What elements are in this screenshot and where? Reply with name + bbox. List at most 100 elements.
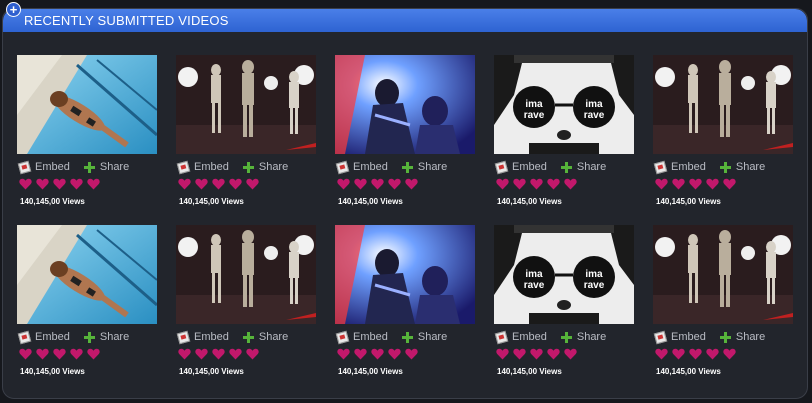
video-thumbnail[interactable]: [653, 55, 793, 154]
embed-label: Embed: [512, 331, 547, 343]
video-thumbnail[interactable]: [653, 225, 793, 324]
video-actions: Embed Share: [494, 160, 620, 174]
heart-icon[interactable]: [229, 348, 242, 360]
heart-icon[interactable]: [178, 178, 191, 190]
heart-icon[interactable]: [564, 178, 577, 190]
heart-icon[interactable]: [547, 348, 560, 360]
heart-icon[interactable]: [706, 178, 719, 190]
heart-icon[interactable]: [405, 178, 418, 190]
heart-icon[interactable]: [337, 348, 350, 360]
heart-icon[interactable]: [53, 348, 66, 360]
heart-icon[interactable]: [87, 348, 100, 360]
heart-icon[interactable]: [195, 348, 208, 360]
video-card: Embed Share 140,145,00 Views: [653, 55, 807, 225]
heart-icon[interactable]: [689, 348, 702, 360]
svg-text:rave: rave: [524, 110, 545, 121]
embed-button[interactable]: Embed: [176, 160, 229, 174]
embed-button[interactable]: Embed: [494, 160, 547, 174]
heart-icon[interactable]: [405, 348, 418, 360]
share-label: Share: [417, 161, 448, 173]
heart-icon[interactable]: [195, 178, 208, 190]
share-icon: [401, 161, 413, 173]
heart-icon[interactable]: [337, 178, 350, 190]
share-button[interactable]: Share: [242, 161, 288, 173]
share-label: Share: [735, 161, 766, 173]
heart-icon[interactable]: [530, 178, 543, 190]
video-thumbnail[interactable]: [335, 55, 475, 154]
heart-icon[interactable]: [513, 178, 526, 190]
heart-icon[interactable]: [689, 178, 702, 190]
heart-icon[interactable]: [672, 178, 685, 190]
embed-button[interactable]: Embed: [494, 330, 547, 344]
embed-button[interactable]: Embed: [176, 330, 229, 344]
heart-icon[interactable]: [672, 348, 685, 360]
heart-icon[interactable]: [70, 348, 83, 360]
heart-icon[interactable]: [513, 348, 526, 360]
embed-button[interactable]: Embed: [335, 330, 388, 344]
view-count: 140,145,00 Views: [179, 197, 244, 206]
embed-button[interactable]: Embed: [17, 160, 70, 174]
heart-icon[interactable]: [496, 348, 509, 360]
share-button[interactable]: Share: [719, 161, 766, 173]
heart-icon[interactable]: [53, 178, 66, 190]
heart-icon[interactable]: [564, 348, 577, 360]
heart-icon[interactable]: [36, 348, 49, 360]
heart-icon[interactable]: [388, 348, 401, 360]
view-count: 140,145,00 Views: [497, 367, 562, 376]
share-button[interactable]: Share: [83, 331, 129, 343]
heart-icon[interactable]: [388, 178, 401, 190]
heart-icon[interactable]: [655, 348, 668, 360]
heart-icon[interactable]: [212, 348, 225, 360]
heart-icon[interactable]: [655, 178, 668, 190]
rating-hearts: [655, 178, 740, 190]
share-button[interactable]: Share: [401, 161, 448, 173]
heart-icon[interactable]: [706, 348, 719, 360]
video-actions: Embed Share: [17, 160, 143, 174]
heart-icon[interactable]: [212, 178, 225, 190]
heart-icon[interactable]: [530, 348, 543, 360]
heart-icon[interactable]: [36, 178, 49, 190]
heart-icon[interactable]: [354, 178, 367, 190]
share-button[interactable]: Share: [560, 331, 607, 343]
embed-icon: [335, 330, 350, 344]
video-thumbnail[interactable]: [176, 225, 316, 324]
embed-button[interactable]: Embed: [335, 160, 388, 174]
heart-icon[interactable]: [547, 178, 560, 190]
embed-button[interactable]: Embed: [653, 160, 706, 174]
heart-icon[interactable]: [371, 178, 384, 190]
share-button[interactable]: Share: [242, 331, 288, 343]
heart-icon[interactable]: [246, 178, 259, 190]
heart-icon[interactable]: [70, 178, 83, 190]
video-thumbnail[interactable]: [335, 225, 475, 324]
video-thumbnail[interactable]: [176, 55, 316, 154]
heart-icon[interactable]: [19, 348, 32, 360]
heart-icon[interactable]: [723, 178, 736, 190]
embed-button[interactable]: Embed: [653, 330, 706, 344]
share-icon: [719, 331, 731, 343]
heart-icon[interactable]: [246, 348, 259, 360]
share-button[interactable]: Share: [83, 161, 130, 173]
heart-icon[interactable]: [354, 348, 367, 360]
heart-icon[interactable]: [371, 348, 384, 360]
plus-icon[interactable]: +: [6, 2, 21, 17]
embed-button[interactable]: Embed: [17, 330, 70, 344]
video-thumbnail[interactable]: ima rave ima rave: [494, 225, 634, 324]
heart-icon[interactable]: [723, 348, 736, 360]
share-label: Share: [735, 331, 766, 343]
video-thumbnail[interactable]: ima rave ima rave: [494, 55, 634, 154]
video-thumbnail[interactable]: [17, 55, 157, 154]
heart-icon[interactable]: [496, 178, 509, 190]
heart-icon[interactable]: [19, 178, 32, 190]
share-label: Share: [576, 331, 607, 343]
share-button[interactable]: Share: [719, 331, 766, 343]
share-label: Share: [99, 161, 130, 173]
share-button[interactable]: Share: [401, 331, 447, 343]
heart-icon[interactable]: [178, 348, 191, 360]
share-icon: [560, 161, 572, 173]
video-thumbnail[interactable]: [17, 225, 157, 324]
share-button[interactable]: Share: [560, 161, 606, 173]
heart-icon[interactable]: [229, 178, 242, 190]
share-icon: [83, 331, 95, 343]
heart-icon[interactable]: [87, 178, 100, 190]
view-count: 140,145,00 Views: [20, 367, 85, 376]
